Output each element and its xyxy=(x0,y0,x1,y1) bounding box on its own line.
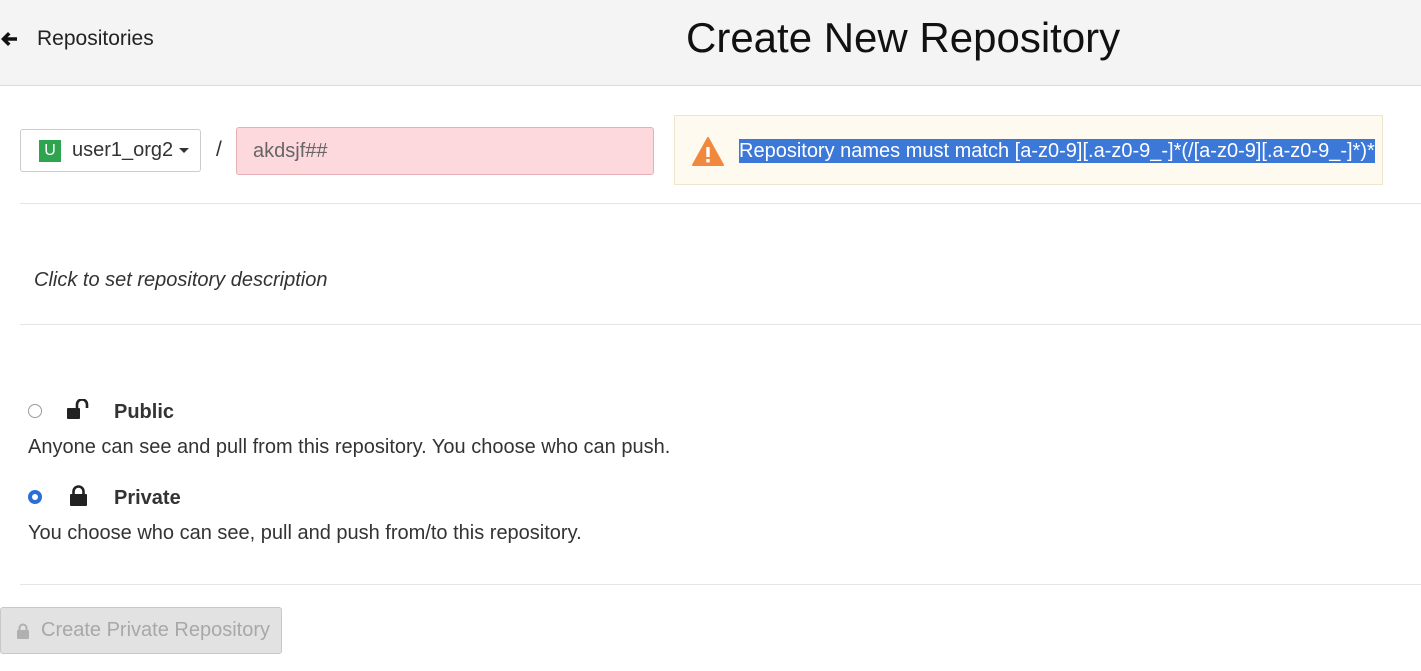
private-label: Private xyxy=(114,487,181,509)
back-link-label: Repositories xyxy=(37,27,154,50)
divider xyxy=(20,324,1421,325)
warning-icon xyxy=(692,137,724,166)
caret-down-icon xyxy=(179,148,190,153)
lock-icon xyxy=(17,623,29,639)
namespace-dropdown[interactable]: U user1_org2 xyxy=(20,129,201,172)
namespace-avatar: U xyxy=(39,139,61,162)
page-title: Create New Repository xyxy=(686,14,1121,61)
warning-message: Repository names must match [a-z0-9][.a-… xyxy=(739,139,1375,163)
page-header: Repositories Create New Repository xyxy=(0,0,1421,86)
public-radio[interactable] xyxy=(28,404,42,418)
namespace-separator: / xyxy=(216,138,222,161)
back-to-repositories-link[interactable]: Repositories xyxy=(0,26,154,52)
repository-name-input[interactable] xyxy=(236,127,654,175)
unlock-icon xyxy=(67,399,89,419)
validation-warning: Repository names must match [a-z0-9][.a-… xyxy=(674,115,1383,185)
set-description-link[interactable]: Click to set repository description xyxy=(34,269,327,292)
public-label: Public xyxy=(114,401,175,423)
divider xyxy=(20,203,1421,204)
create-button-label: Create Private Repository xyxy=(41,619,270,641)
private-radio[interactable] xyxy=(28,490,42,504)
lock-icon xyxy=(70,485,87,506)
namespace-name: user1_org2 xyxy=(72,139,174,161)
divider xyxy=(20,584,1421,585)
private-description: You choose who can see, pull and push fr… xyxy=(28,522,582,544)
create-repository-button[interactable]: Create Private Repository xyxy=(0,607,282,654)
public-description: Anyone can see and pull from this reposi… xyxy=(28,436,671,458)
arrow-left-icon xyxy=(0,26,20,52)
